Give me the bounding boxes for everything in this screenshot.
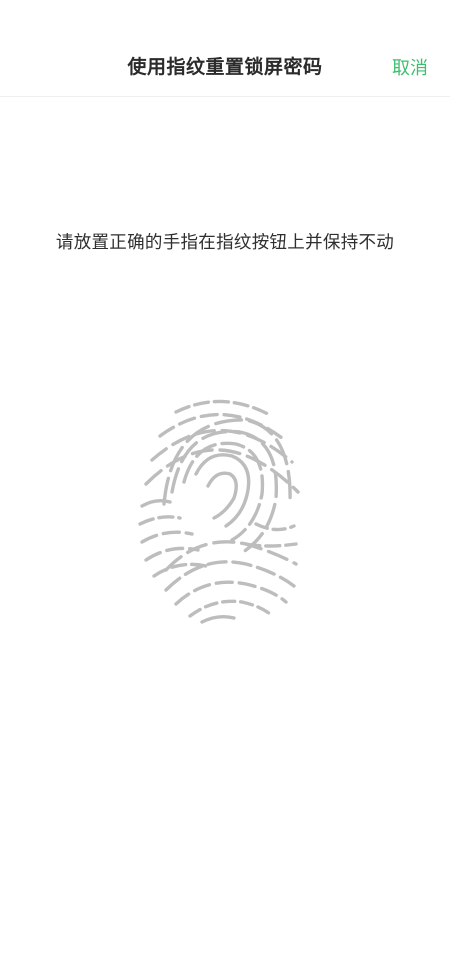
instruction-text: 请放置正确的手指在指纹按钮上并保持不动 xyxy=(55,233,395,253)
page-title: 使用指纹重置锁屏密码 xyxy=(127,56,323,78)
screen: 使用指纹重置锁屏密码 取消 请放置正确的手指在指纹按钮上并保持不动 xyxy=(0,0,450,953)
header: 使用指纹重置锁屏密码 取消 xyxy=(0,0,450,97)
cancel-button[interactable]: 取消 xyxy=(392,54,428,80)
fingerprint-icon[interactable] xyxy=(136,394,306,624)
